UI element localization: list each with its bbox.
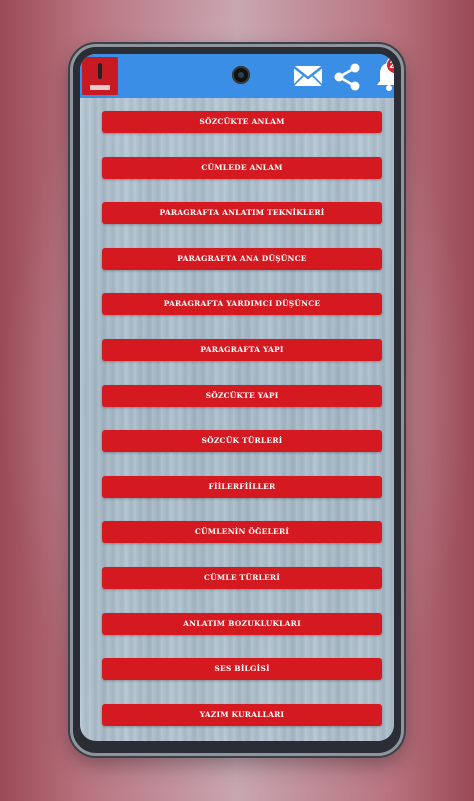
menu-button[interactable]: SES BİLGİSİ	[102, 658, 382, 681]
phone-frame: 26 SÖZCÜKTE ANLAM CÜMLEDE ANLAM PARAGRAFTA…	[70, 44, 404, 756]
menu-button[interactable]: SÖZCÜKTE ANLAM	[102, 111, 382, 133]
menu-button[interactable]: CÜMLENİN ÖĞELERİ	[102, 521, 382, 544]
mail-icon[interactable]	[293, 64, 323, 88]
app-logo[interactable]	[82, 57, 118, 95]
topic-menu: SÖZCÜKTE ANLAM CÜMLEDE ANLAM PARAGRAFTA AN…	[102, 111, 382, 741]
menu-button[interactable]: ANLATIM BOZUKLUKLARI	[102, 612, 382, 635]
menu-button[interactable]: CÜMLE TÜRLERİ	[102, 566, 382, 589]
menu-button[interactable]: PARAGRAFTA YAPI	[102, 338, 382, 361]
menu-button[interactable]: PARAGRAFTA ANLATIM TEKNİKLERİ	[102, 202, 382, 225]
menu-button[interactable]: PARAGRAFTA ANA DÜŞÜNCE	[102, 247, 382, 270]
app-bar: 26	[80, 54, 394, 98]
front-camera	[232, 66, 250, 84]
menu-button[interactable]: PARAGRAFTA YARDIMCI DÜŞÜNCE	[102, 293, 382, 316]
share-icon[interactable]	[332, 62, 362, 92]
logo-label-strip	[90, 85, 110, 90]
app-screen: 26 SÖZCÜKTE ANLAM CÜMLEDE ANLAM PARAGRAFTA…	[80, 54, 394, 741]
menu-button[interactable]: SÖZCÜKTE YAPI	[102, 384, 382, 407]
menu-button[interactable]: FİİLERFİİLLER	[102, 475, 382, 498]
menu-button[interactable]: YAZIM KURALLARI	[102, 703, 382, 726]
menu-button[interactable]: SÖZCÜK TÜRLERİ	[102, 430, 382, 453]
pen-icon	[98, 63, 102, 79]
menu-button[interactable]: CÜMLEDE ANLAM	[102, 156, 382, 179]
